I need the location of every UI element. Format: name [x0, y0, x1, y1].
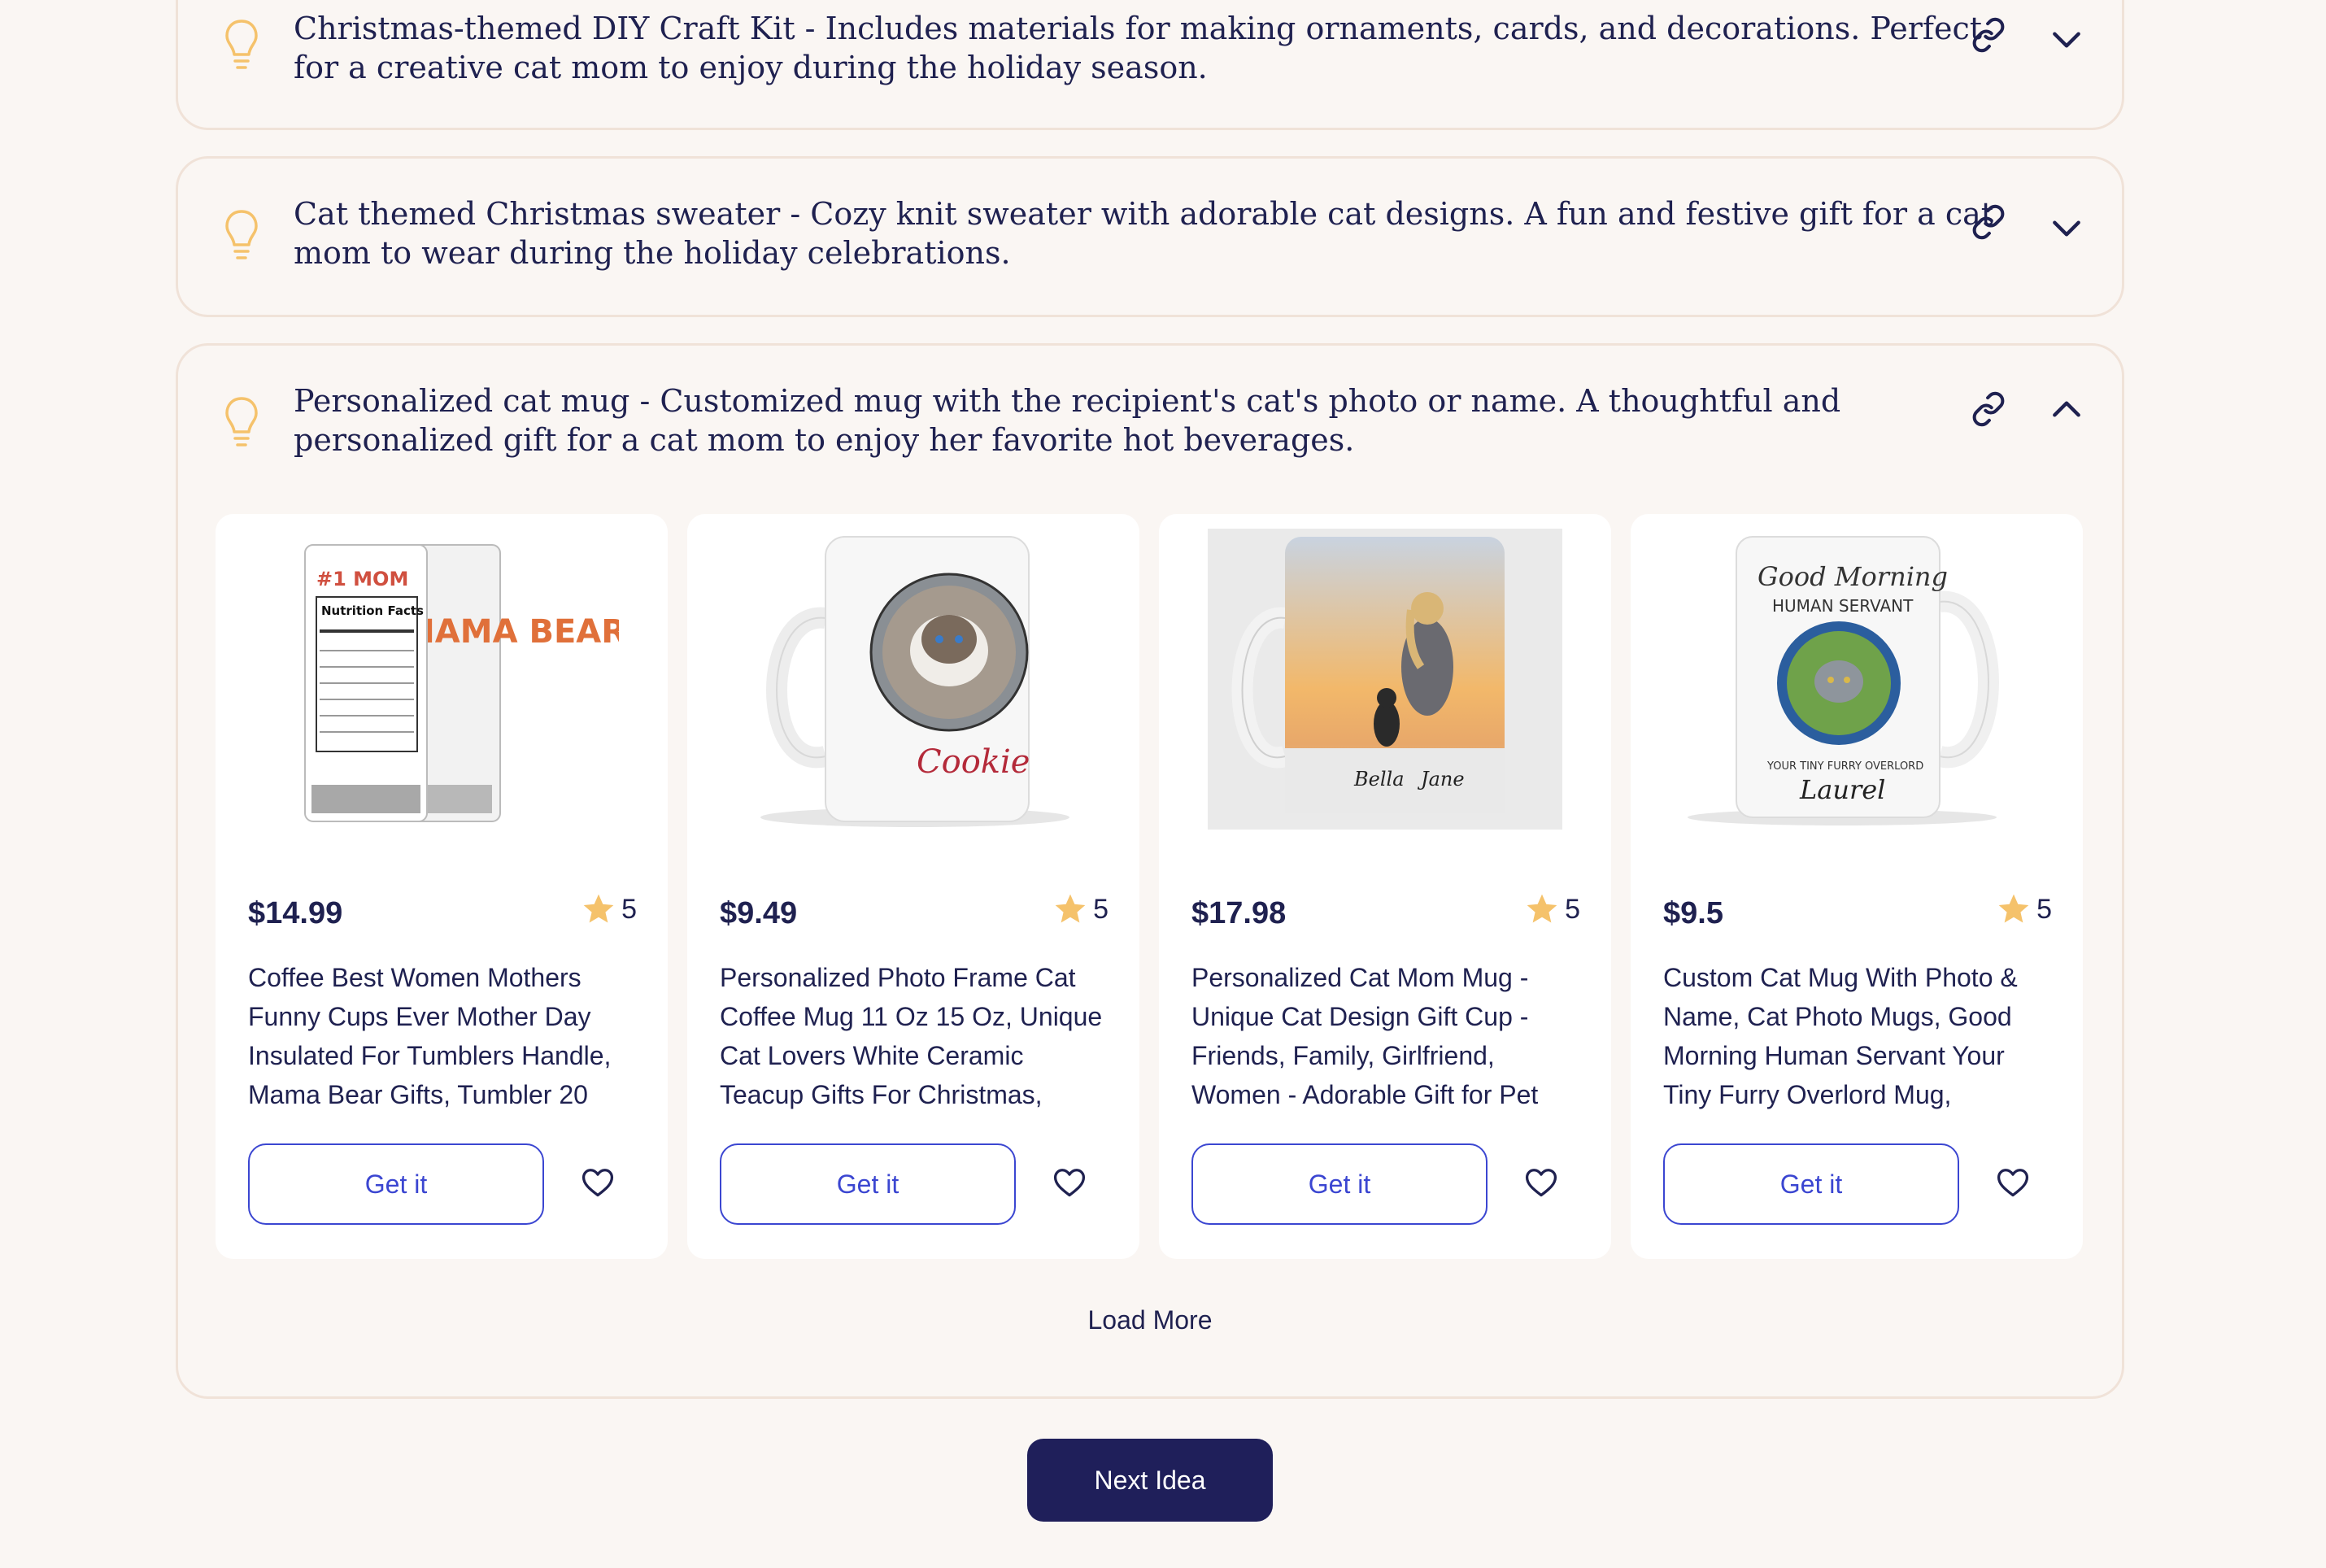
product-price: $9.49 [720, 896, 798, 930]
svg-text:Laurel: Laurel [1799, 774, 1885, 805]
lightbulb-icon [225, 397, 258, 446]
svg-text:Cookie: Cookie [917, 743, 1030, 781]
product-title: Personalized Cat Mom Mug - Unique Cat De… [1191, 963, 1539, 1109]
rating-value: 5 [2036, 893, 2052, 925]
svg-text:YOUR TINY FURRY OVERLORD: YOUR TINY FURRY OVERLORD [1766, 760, 1923, 773]
product-card: MAMA BEAR #1 MOM Nutrition Facts $14.99 … [216, 514, 668, 1259]
product-rating: 5 [581, 891, 637, 927]
product-title: Coffee Best Women Mothers Funny Cups Eve… [248, 963, 612, 1109]
rating-value: 5 [1093, 893, 1109, 925]
svg-text:MAMA BEAR: MAMA BEAR [403, 613, 619, 651]
product-card: Bella Jane $17.98 5 Personalized Cat Mom… [1159, 514, 1611, 1259]
chevron-up-icon[interactable] [2049, 391, 2084, 427]
load-more-link[interactable]: Load More [178, 1305, 2122, 1335]
chevron-down-icon[interactable] [2049, 22, 2084, 58]
product-price: $9.5 [1663, 896, 1723, 930]
svg-text:Good Morning: Good Morning [1758, 561, 1948, 592]
product-card: Good Morning HUMAN SERVANT YOUR TINY FUR… [1631, 514, 2083, 1259]
star-icon [583, 894, 614, 923]
link-icon[interactable] [1971, 17, 2006, 53]
svg-text:HUMAN SERVANT: HUMAN SERVANT [1772, 596, 1914, 616]
rating-value: 5 [1565, 893, 1580, 925]
star-icon [1998, 894, 2029, 923]
cat-photo-mug-image: Cookie [760, 536, 1069, 827]
idea-text: Christmas-themed DIY Craft Kit - Include… [294, 11, 1983, 85]
chevron-down-icon[interactable] [2049, 211, 2084, 246]
idea-text: Cat themed Christmas sweater - Cozy knit… [294, 196, 1994, 271]
get-it-button[interactable]: Get it [248, 1143, 544, 1225]
product-title: Personalized Photo Frame Cat Coffee Mug … [720, 963, 1103, 1109]
svg-text:Bella: Bella [1353, 768, 1405, 791]
product-rating: 5 [1996, 891, 2052, 927]
next-idea-button[interactable]: Next Idea [1027, 1439, 1273, 1522]
idea-card-2: Cat themed Christmas sweater - Cozy knit… [176, 156, 2124, 317]
product-price: $14.99 [248, 896, 343, 930]
heart-icon[interactable] [580, 1165, 616, 1200]
sunset-cat-mug-image: Bella Jane [1208, 529, 1562, 830]
get-it-button[interactable]: Get it [1663, 1143, 1959, 1225]
heart-icon[interactable] [1523, 1165, 1559, 1200]
idea-card-1: Christmas-themed DIY Craft Kit - Include… [176, 0, 2124, 130]
lightbulb-icon [225, 210, 258, 259]
get-it-button[interactable]: Get it [720, 1143, 1016, 1225]
svg-text:Nutrition Facts: Nutrition Facts [321, 603, 424, 618]
svg-text:#1 MOM: #1 MOM [316, 568, 408, 590]
link-icon[interactable] [1971, 391, 2006, 427]
rating-value: 5 [621, 893, 637, 925]
star-icon [1527, 894, 1557, 923]
product-rating: 5 [1052, 891, 1109, 927]
product-rating: 5 [1524, 891, 1580, 927]
get-it-button[interactable]: Get it [1191, 1143, 1488, 1225]
link-icon[interactable] [1971, 204, 2006, 240]
heart-icon[interactable] [1052, 1165, 1087, 1200]
heart-icon[interactable] [1995, 1165, 2031, 1200]
product-title: Custom Cat Mug With Photo & Name, Cat Ph… [1663, 963, 2018, 1109]
svg-text:Jane: Jane [1417, 768, 1465, 791]
product-price: $17.98 [1191, 896, 1287, 930]
lightbulb-icon [225, 20, 258, 69]
idea-text: Personalized cat mug - Customized mug wi… [294, 383, 1841, 458]
star-icon [1055, 894, 1086, 923]
product-card: Cookie $9.49 5 Personalized Photo Frame … [687, 514, 1139, 1259]
human-servant-mug-image: Good Morning HUMAN SERVANT YOUR TINY FUR… [1688, 536, 1999, 825]
tumbler-image: MAMA BEAR #1 MOM Nutrition Facts [304, 544, 619, 822]
